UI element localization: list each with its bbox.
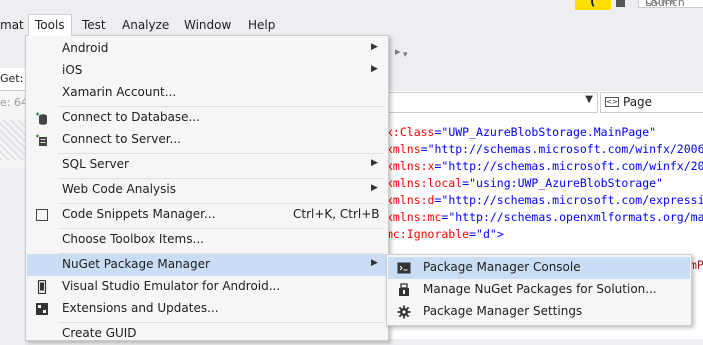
database-icon — [36, 112, 47, 125]
toolbar-overflow-icon[interactable]: ▸ — [395, 45, 401, 58]
notification-icon[interactable] — [616, 0, 625, 7]
package-icon — [399, 283, 409, 296]
menu-item-label: Create GUID — [62, 326, 137, 340]
code-token: "http://schemas.microsoft.com/winfx/20 — [441, 159, 703, 173]
menu-item-choose-toolbox-items[interactable]: Choose Toolbox Items... — [27, 229, 387, 251]
code-line: xmlns="http://schemas.microsoft.com/winf… — [386, 141, 703, 158]
code-line: x:Class="UWP_AzureBlobStorage.MainPage" — [386, 124, 656, 141]
submenu-arrow-icon: ▶ — [371, 183, 378, 193]
left-panel-hatch — [0, 120, 26, 160]
submenu-arrow-icon: ▶ — [371, 42, 378, 52]
menu-item-label: Code Snippets Manager... — [62, 207, 216, 221]
menu-item-label: Visual Studio Emulator for Android... — [62, 279, 281, 293]
menu-item-label: Android — [62, 41, 109, 55]
menu-item-vs-emulator-android[interactable]: Visual Studio Emulator for Android... — [27, 276, 387, 298]
code-line: xmlns:x="http://schemas.microsoft.com/wi… — [386, 158, 703, 175]
submenu-item-package-manager-console[interactable]: Package Manager Console — [388, 257, 690, 279]
menu-item-label: Choose Toolbox Items... — [62, 232, 204, 246]
element-icon: <> — [605, 97, 619, 107]
scope-dropdown[interactable]: ▼ — [386, 92, 598, 113]
menu-item-label: Extensions and Updates... — [62, 301, 219, 315]
menu-item-nuget-package-manager[interactable]: NuGet Package Manager ▶ — [27, 254, 387, 276]
code-token: mc:Ignorable — [386, 227, 470, 241]
menu-item-label: Web Code Analysis — [62, 182, 176, 196]
tools-menu: Android ▶ iOS ▶ Xamarin Account... Conne… — [25, 35, 389, 341]
submenu-arrow-icon: ▶ — [371, 158, 378, 168]
submenu-arrow-icon: ▶ — [371, 258, 378, 268]
menu-item-create-guid[interactable]: Create GUID — [27, 323, 387, 345]
menu-tools[interactable]: Tools — [28, 14, 72, 36]
menu-item-extensions-updates[interactable]: Extensions and Updates... — [27, 298, 387, 320]
menu-item-code-snippets-manager[interactable]: Code Snippets Manager... Ctrl+K, Ctrl+B — [27, 204, 387, 226]
menu-item-label: Connect to Database... — [62, 110, 200, 124]
code-token: = — [420, 142, 428, 156]
submenu-item-label: Package Manager Settings — [423, 304, 583, 318]
toolbar-dropdown-icon[interactable]: ▾ — [403, 50, 408, 60]
code-line: xmlns:d="http://schemas.microsoft.com/ex… — [386, 192, 703, 209]
code-token: "using:UWP_AzureBlobStorage" — [469, 176, 663, 190]
menu-analyze[interactable]: Analyze — [116, 15, 175, 35]
code-token: xmlns:mc — [386, 210, 442, 224]
server-icon — [36, 134, 47, 146]
chevron-down-icon: ▼ — [585, 94, 593, 105]
code-token: "http://schemas.microsoft.com/winfx/2006 — [427, 142, 703, 156]
submenu-arrow-icon: ▶ — [371, 64, 378, 74]
page-dropdown-label: Page — [623, 95, 653, 109]
code-token: x:Class — [386, 125, 435, 139]
menu-item-label: NuGet Package Manager — [62, 257, 210, 271]
quick-launch-input[interactable]: Quick Launch — [638, 0, 703, 8]
extensions-icon — [36, 303, 48, 315]
gear-icon — [397, 305, 411, 319]
nuget-submenu: Package Manager Console Manage NuGet Pac… — [386, 254, 692, 326]
feedback-icon: ( — [590, 0, 596, 8]
code-line: xmlns:mc="http://schemas.openxmlformats.… — [386, 209, 703, 226]
code-token: = — [469, 227, 477, 241]
menu-item-label: iOS — [62, 63, 83, 77]
menu-test[interactable]: Test — [76, 15, 112, 35]
feedback-button[interactable]: ( — [575, 0, 611, 10]
menu-item-shortcut: Ctrl+K, Ctrl+B — [293, 207, 380, 221]
code-token: xmlns:d — [386, 193, 435, 207]
menu-format[interactable]: mat — [0, 15, 30, 35]
menu-item-label: Connect to Server... — [62, 132, 181, 146]
menu-help[interactable]: Help — [242, 15, 281, 35]
code-token: xmlns:local — [386, 176, 463, 190]
code-token: "d" — [476, 227, 497, 241]
code-token: xmlns:x — [386, 159, 435, 173]
menu-item-ios[interactable]: iOS ▶ — [27, 60, 387, 82]
left-panel-size-label: e: 64 — [0, 96, 26, 109]
menu-item-label: Xamarin Account... — [62, 85, 177, 99]
menu-item-label: SQL Server — [62, 157, 129, 171]
code-token: > — [496, 227, 504, 241]
submenu-item-label: Package Manager Console — [423, 260, 581, 274]
code-token: "UWP_AzureBlobStorage.MainPage" — [441, 125, 657, 139]
phone-icon — [37, 280, 47, 294]
menu-window[interactable]: Window — [178, 15, 237, 35]
menu-item-xamarin-account[interactable]: Xamarin Account... — [27, 82, 387, 104]
menu-item-sql-server[interactable]: SQL Server ▶ — [27, 154, 387, 176]
submenu-item-label: Manage NuGet Packages for Solution... — [423, 282, 657, 296]
menu-item-connect-server[interactable]: Connect to Server... — [27, 129, 387, 151]
snippet-icon — [36, 209, 48, 221]
submenu-item-manage-nuget-packages[interactable]: Manage NuGet Packages for Solution... — [388, 279, 690, 301]
left-panel-tab[interactable]: Get: U — [0, 68, 26, 91]
code-line: xmlns:local="using:UWP_AzureBlobStorage" — [386, 175, 663, 192]
code-token: xmlns — [386, 142, 421, 156]
menu-item-android[interactable]: Android ▶ — [27, 38, 387, 60]
page-dropdown[interactable]: <> Page — [600, 92, 703, 113]
code-token: "http://schemas.microsoft.com/expressi — [441, 193, 703, 207]
menu-item-connect-database[interactable]: Connect to Database... — [27, 107, 387, 129]
console-icon — [397, 262, 411, 274]
menu-item-web-code-analysis[interactable]: Web Code Analysis ▶ — [27, 179, 387, 201]
submenu-item-package-manager-settings[interactable]: Package Manager Settings — [388, 301, 690, 323]
code-token: "http://schemas.openxmlformats.org/ma — [448, 210, 703, 224]
code-line: mc:Ignorable="d"> — [386, 226, 504, 243]
menu-bar: mat Tools Test Analyze Window Help ( Qui… — [0, 0, 703, 36]
